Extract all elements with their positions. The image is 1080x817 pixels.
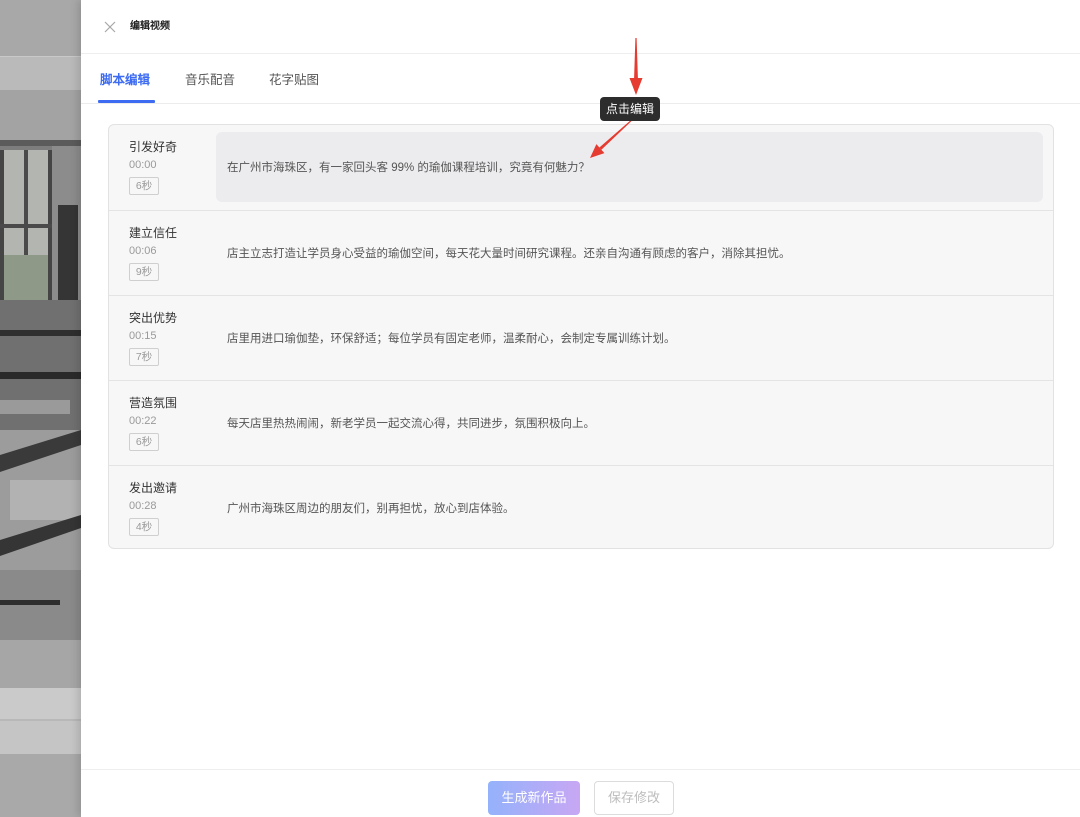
segment-text-editor[interactable]: 每天店里热热闹闹，新老学员一起交流心得，共同进步，氛围积极向上。 [216,388,1043,458]
segment-start-time: 00:06 [129,245,157,257]
drawer-header: 编辑视频 [81,0,1080,54]
active-tab-indicator [98,100,155,103]
segment-title: 发出邀请 [129,481,178,495]
segment-start-time: 00:15 [129,330,157,342]
script-segment-row: 引发好奇 00:00 6秒 在广州市海珠区，有一家回头客 99% 的瑜伽课程培训… [109,125,1053,210]
segment-duration-badge: 7秒 [129,348,159,366]
drawer-title: 编辑视频 [130,21,170,32]
segment-duration-badge: 6秒 [129,433,159,451]
script-segment-row: 建立信任 00:06 9秒 店主立志打造让学员身心受益的瑜伽空间，每天花大量时间… [109,210,1053,295]
segment-title: 引发好奇 [129,140,178,154]
segment-duration-badge: 4秒 [129,518,159,536]
segment-start-time: 00:28 [129,500,157,512]
segment-start-time: 00:22 [129,415,157,427]
segment-text-editor[interactable]: 在广州市海珠区，有一家回头客 99% 的瑜伽课程培训，究竟有何魅力？ [216,132,1043,202]
segment-duration-badge: 6秒 [129,177,159,195]
segment-text-editor[interactable]: 广州市海珠区周边的朋友们，别再担忧，放心到店体验。 [216,473,1043,543]
segment-title: 营造氛围 [129,396,178,410]
background-page-snapshot [0,0,81,817]
script-segment-list: 引发好奇 00:00 6秒 在广州市海珠区，有一家回头客 99% 的瑜伽课程培训… [108,124,1054,549]
tab-bar: 脚本编辑 音乐配音 花字贴图 [81,54,1080,104]
tab-text-stickers[interactable]: 花字贴图 [269,71,319,89]
drawer-mask[interactable] [0,0,81,817]
edit-video-drawer: 编辑视频 脚本编辑 音乐配音 花字贴图 引发好奇 00:00 6秒 在广州市海珠… [81,0,1080,817]
tab-music-voiceover[interactable]: 音乐配音 [185,71,235,89]
segment-duration-badge: 9秒 [129,263,159,281]
tab-script-edit[interactable]: 脚本编辑 [100,71,150,89]
script-segment-row: 发出邀请 00:28 4秒 广州市海珠区周边的朋友们，别再担忧，放心到店体验。 [109,465,1053,548]
script-segment-row: 突出优势 00:15 7秒 店里用进口瑜伽垫，环保舒适；每位学员有固定老师，温柔… [109,295,1053,380]
close-icon[interactable] [104,21,116,33]
generate-new-work-button[interactable]: 生成新作品 [488,781,580,815]
script-segment-row: 营造氛围 00:22 6秒 每天店里热热闹闹，新老学员一起交流心得，共同进步，氛… [109,380,1053,465]
segment-title: 建立信任 [129,226,178,240]
save-changes-button[interactable]: 保存修改 [594,781,674,815]
segment-start-time: 00:00 [129,159,157,171]
segment-text-editor[interactable]: 店主立志打造让学员身心受益的瑜伽空间，每天花大量时间研究课程。还亲自沟通有顾虑的… [216,218,1043,288]
segment-text-editor[interactable]: 店里用进口瑜伽垫，环保舒适；每位学员有固定老师，温柔耐心，会制定专属训练计划。 [216,303,1043,373]
drawer-footer: 生成新作品 保存修改 [81,769,1080,817]
segment-title: 突出优势 [129,311,178,325]
